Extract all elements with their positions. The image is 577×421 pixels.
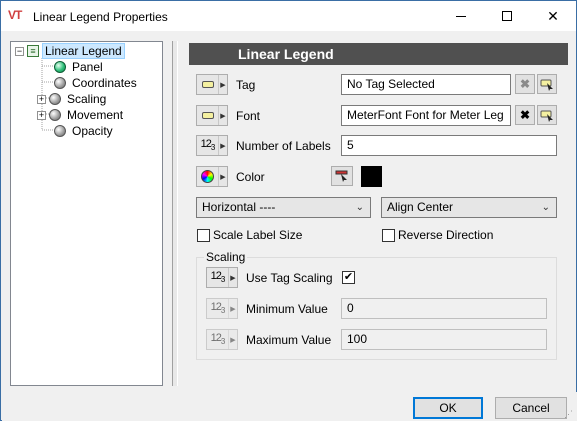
tree-item-label: Panel [72, 60, 103, 74]
app-logo-icon: VT [8, 8, 22, 22]
tag-label: Tag [236, 78, 256, 92]
splitter-handle[interactable] [172, 41, 178, 386]
collapse-icon[interactable]: − [15, 46, 24, 56]
checkmark-icon: ✔ [343, 271, 354, 283]
reverse-direction-checkbox[interactable] [382, 229, 395, 242]
browse-tag-button[interactable] [537, 74, 557, 94]
window-title: Linear Legend Properties [33, 10, 168, 24]
use-tag-scaling-checkbox[interactable]: ✔ [342, 271, 355, 284]
maximize-icon [502, 11, 512, 21]
tree-item-coordinates[interactable]: Coordinates [54, 75, 139, 91]
clear-icon: ✖ [519, 77, 531, 91]
browse-font-button[interactable] [537, 105, 557, 125]
tree-item-scaling[interactable]: + Scaling [37, 91, 108, 107]
pick-color-button[interactable] [331, 166, 353, 186]
font-label: Font [236, 109, 261, 123]
reverse-direction-label: Reverse Direction [398, 228, 494, 242]
tree-item-linear-legend[interactable]: − ≡ Linear Legend [15, 43, 125, 59]
numeric-icon: 123 [210, 332, 226, 347]
orientation-select[interactable]: Horizontal ---- ⌄ [196, 197, 371, 218]
numeric-icon: 123 [200, 138, 216, 153]
browse-tag-icon [540, 79, 553, 91]
font-field[interactable]: MeterFont Font for Meter Leg [341, 105, 511, 126]
clear-font-button[interactable]: ✖ [515, 105, 535, 125]
minimize-button[interactable] [438, 1, 484, 31]
legend-icon: ≡ [27, 45, 39, 57]
tree-item-label: Opacity [72, 124, 113, 138]
tree-item-movement[interactable]: + Movement [37, 107, 125, 123]
tag-mode-toggle[interactable]: ▶ [196, 74, 228, 95]
status-ball-icon [54, 77, 66, 89]
browse-font-icon [540, 110, 553, 122]
num-labels-field[interactable]: 5 [341, 135, 557, 156]
orientation-value: Horizontal ---- [202, 200, 276, 214]
alignment-select[interactable]: Align Center ⌄ [381, 197, 557, 218]
tag-icon [201, 112, 214, 119]
property-tree[interactable]: − ≡ Linear Legend Panel Coordinates + Sc… [10, 41, 163, 386]
status-ball-icon [49, 109, 61, 121]
scaling-group-title: Scaling [204, 250, 248, 264]
expand-arrow-icon: ▶ [220, 173, 226, 181]
close-icon: ✕ [547, 7, 559, 24]
use-tag-scaling-label: Use Tag Scaling [246, 271, 333, 285]
num-labels-mode-toggle[interactable]: 123 ▶ [196, 135, 228, 156]
title-bar[interactable]: VT Linear Legend Properties ✕ [1, 1, 576, 31]
tree-item-label: Coordinates [72, 76, 137, 90]
maximize-button[interactable] [484, 1, 530, 31]
minimize-icon [456, 15, 466, 17]
close-button[interactable]: ✕ [530, 1, 576, 31]
cancel-button[interactable]: Cancel [495, 397, 567, 419]
expand-arrow-icon: ▶ [230, 336, 236, 344]
tree-item-opacity[interactable]: Opacity [54, 123, 115, 139]
maximum-mode-toggle: 123 ▶ [206, 329, 238, 350]
status-ball-icon [49, 93, 61, 105]
tree-item-label: Movement [67, 108, 124, 122]
numeric-icon: 123 [210, 301, 226, 316]
panel-header: Linear Legend [189, 43, 568, 65]
color-label: Color [236, 170, 265, 184]
resize-grip-icon[interactable]: ⋰ [564, 409, 573, 420]
clear-tag-button[interactable]: ✖ [515, 74, 535, 94]
dialog-footer [2, 392, 577, 421]
expand-icon[interactable]: + [37, 110, 46, 120]
minimum-mode-toggle: 123 ▶ [206, 298, 238, 319]
color-swatch[interactable] [361, 166, 382, 187]
chevron-down-icon: ⌄ [355, 202, 364, 213]
alignment-value: Align Center [387, 200, 454, 214]
expand-arrow-icon: ▶ [230, 274, 236, 282]
expand-icon[interactable]: + [37, 94, 46, 104]
minimum-value-field: 0 [341, 298, 547, 319]
scale-label-size-label: Scale Label Size [213, 228, 303, 242]
ok-button[interactable]: OK [413, 397, 483, 419]
tree-item-panel[interactable]: Panel [54, 59, 105, 75]
tag-icon [201, 81, 214, 88]
tree-item-label: Linear Legend [42, 43, 125, 59]
expand-arrow-icon: ▶ [230, 305, 236, 313]
clear-icon: ✖ [519, 108, 531, 122]
color-mode-toggle[interactable]: ▶ [196, 166, 228, 187]
maximum-value-field: 100 [341, 329, 547, 350]
tree-item-label: Scaling [67, 92, 107, 106]
color-picker-icon [335, 170, 348, 182]
expand-arrow-icon: ▶ [220, 142, 226, 150]
chevron-down-icon: ⌄ [541, 202, 550, 213]
dialog-window: VT Linear Legend Properties ✕ − ≡ Linear… [0, 0, 577, 421]
font-mode-toggle[interactable]: ▶ [196, 105, 228, 126]
expand-arrow-icon: ▶ [220, 112, 226, 120]
minimum-value-label: Minimum Value [246, 302, 328, 316]
scale-label-size-checkbox[interactable] [197, 229, 210, 242]
numeric-icon: 123 [210, 270, 226, 285]
color-wheel-icon [201, 170, 214, 183]
tag-scaling-mode-toggle[interactable]: 123 ▶ [206, 267, 238, 288]
maximum-value-label: Maximum Value [246, 333, 332, 347]
expand-arrow-icon: ▶ [220, 81, 226, 89]
tag-field[interactable]: No Tag Selected [341, 74, 511, 95]
status-ball-icon [54, 61, 66, 73]
status-ball-icon [54, 125, 66, 137]
num-labels-label: Number of Labels [236, 139, 331, 153]
